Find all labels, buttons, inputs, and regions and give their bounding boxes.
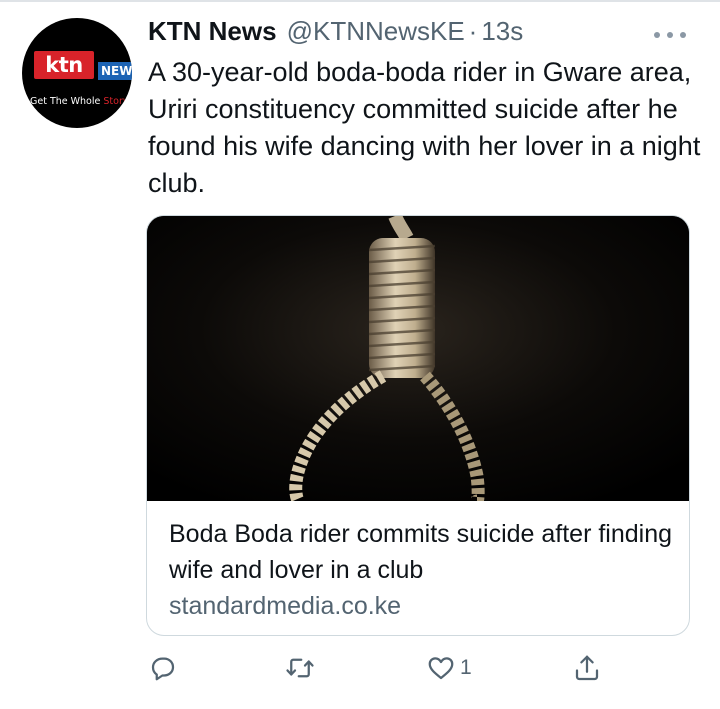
more-dot <box>680 32 686 38</box>
card-title: Boda Boda rider commits suicide after fi… <box>169 520 673 584</box>
share-icon <box>575 655 599 681</box>
more-options-icon[interactable] <box>654 30 686 40</box>
tweet-timestamp[interactable]: 13s <box>481 16 523 47</box>
card-domain: standardmedia.co.ke <box>169 592 402 620</box>
link-card[interactable]: Boda Boda rider commits suicide after fi… <box>146 215 690 636</box>
heart-icon <box>428 657 454 680</box>
news-logo-text: NEWS <box>98 62 132 80</box>
avatar[interactable]: ktn NEWS Get The Whole Story <box>22 18 132 128</box>
top-divider <box>0 0 720 2</box>
more-dot <box>654 32 660 38</box>
tweet-text: A 30-year-old boda-boda rider in Gware a… <box>148 57 701 198</box>
reply-button[interactable] <box>148 650 178 686</box>
tweet-header: KTN News @KTNNewsKE · 13s <box>148 16 523 52</box>
author-handle[interactable]: @KTNNewsKE <box>287 16 465 47</box>
like-button[interactable]: 1 <box>426 650 472 686</box>
more-dot <box>667 32 673 38</box>
tagline-red: Story <box>103 96 129 107</box>
share-button[interactable] <box>572 650 602 686</box>
ktn-logo-text: ktn <box>34 51 94 79</box>
reply-icon <box>151 657 175 681</box>
like-count: 1 <box>460 656 472 679</box>
logo-tagline: Get The Whole Story <box>30 96 132 107</box>
retweet-button[interactable] <box>284 650 316 686</box>
retweet-icon <box>286 658 314 678</box>
author-name[interactable]: KTN News <box>148 16 277 47</box>
tagline-white: Get The Whole <box>30 96 104 107</box>
card-image <box>147 216 689 501</box>
separator-dot: · <box>468 16 478 46</box>
card-body: Boda Boda rider commits suicide after fi… <box>169 516 679 624</box>
tweet-actions: 1 <box>148 650 618 690</box>
